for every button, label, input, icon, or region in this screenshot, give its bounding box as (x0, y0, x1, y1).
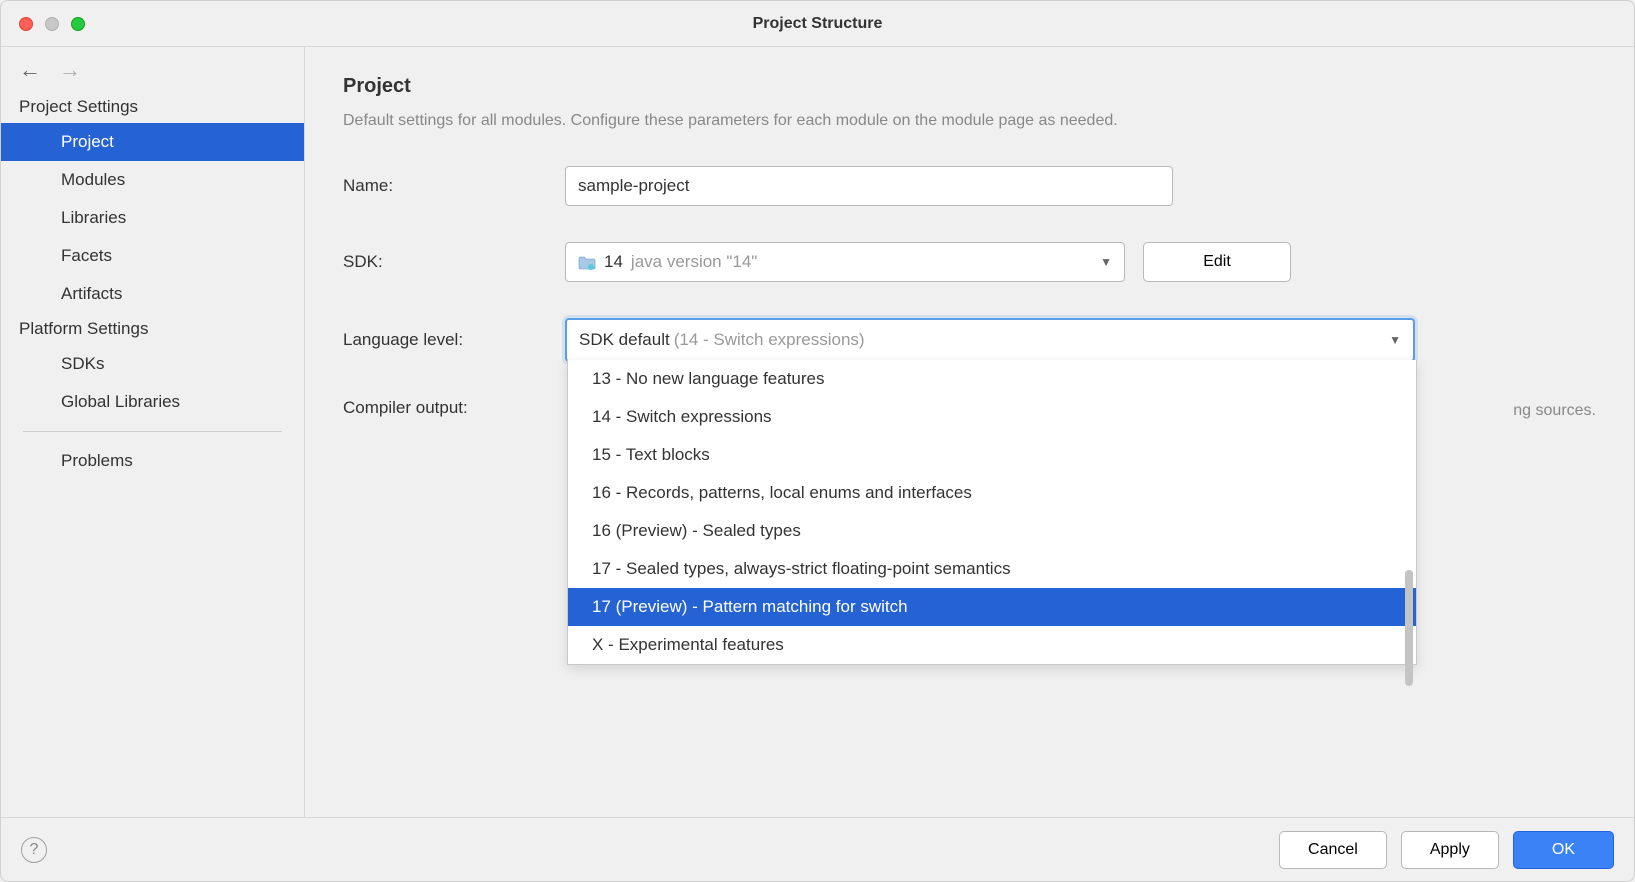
ok-button[interactable]: OK (1513, 831, 1614, 869)
minimize-window-button[interactable] (45, 17, 59, 31)
language-level-option[interactable]: 15 - Text blocks (568, 436, 1416, 474)
sidebar-item-modules[interactable]: Modules (1, 161, 304, 199)
help-button[interactable]: ? (21, 837, 47, 863)
content: ← → Project Settings Project Modules Lib… (1, 47, 1634, 817)
window-title: Project Structure (753, 15, 883, 33)
sidebar-item-sdks[interactable]: SDKs (1, 345, 304, 383)
sidebar-item-artifacts[interactable]: Artifacts (1, 275, 304, 313)
footer: ? Cancel Apply OK (1, 817, 1634, 881)
traffic-lights (19, 17, 85, 31)
sidebar-item-problems[interactable]: Problems (1, 442, 304, 480)
language-level-selected-sub: (14 - Switch expressions) (674, 330, 865, 350)
page-description: Default settings for all modules. Config… (343, 112, 1596, 130)
nav-arrows: ← → (1, 47, 304, 91)
language-level-option[interactable]: 13 - No new language features (568, 360, 1416, 398)
language-level-row: Language level: SDK default (14 - Switch… (343, 318, 1596, 362)
language-level-option[interactable]: 17 - Sealed types, always-strict floatin… (568, 550, 1416, 588)
page-title: Project (343, 75, 1596, 98)
close-window-button[interactable] (19, 17, 33, 31)
sdk-name: 14 (604, 252, 623, 272)
language-level-option[interactable]: 17 (Preview) - Pattern matching for swit… (568, 588, 1416, 626)
maximize-window-button[interactable] (71, 17, 85, 31)
apply-button[interactable]: Apply (1401, 831, 1499, 869)
forward-arrow-icon: → (59, 57, 81, 83)
project-structure-window: Project Structure ← → Project Settings P… (0, 0, 1635, 882)
edit-sdk-button[interactable]: Edit (1143, 242, 1291, 282)
language-level-label: Language level: (343, 330, 565, 350)
sidebar-section-platform-settings: Platform Settings (1, 313, 304, 345)
language-level-selected: SDK default (579, 330, 670, 350)
compiler-output-label: Compiler output: (343, 398, 565, 418)
language-level-select[interactable]: SDK default (14 - Switch expressions) ▼ … (565, 318, 1415, 362)
sidebar-item-libraries[interactable]: Libraries (1, 199, 304, 237)
sidebar-item-global-libraries[interactable]: Global Libraries (1, 383, 304, 421)
sdk-version: java version "14" (631, 252, 757, 272)
cancel-button[interactable]: Cancel (1279, 831, 1387, 869)
project-name-input[interactable] (565, 166, 1173, 206)
sidebar-section-project-settings: Project Settings (1, 91, 304, 123)
language-level-dropdown: 13 - No new language features 14 - Switc… (567, 360, 1417, 665)
main-panel: Project Default settings for all modules… (305, 47, 1634, 817)
titlebar: Project Structure (1, 1, 1634, 47)
back-arrow-icon[interactable]: ← (19, 57, 41, 83)
sidebar-item-project[interactable]: Project (1, 123, 304, 161)
language-level-option[interactable]: 16 - Records, patterns, local enums and … (568, 474, 1416, 512)
language-level-option[interactable]: 14 - Switch expressions (568, 398, 1416, 436)
sidebar-item-facets[interactable]: Facets (1, 237, 304, 275)
name-label: Name: (343, 176, 565, 196)
help-icon: ? (30, 841, 39, 859)
language-level-option[interactable]: X - Experimental features (568, 626, 1416, 664)
sidebar-divider (23, 431, 282, 432)
chevron-down-icon: ▼ (1100, 255, 1112, 269)
name-row: Name: (343, 166, 1596, 206)
sidebar: ← → Project Settings Project Modules Lib… (1, 47, 305, 817)
compiler-hint-text: ng sources. (1513, 402, 1596, 420)
sdk-row: SDK: 14 java version "14" ▼ Edit (343, 242, 1596, 282)
language-level-option[interactable]: 16 (Preview) - Sealed types (568, 512, 1416, 550)
chevron-down-icon: ▼ (1389, 333, 1401, 347)
sdk-select[interactable]: 14 java version "14" ▼ (565, 242, 1125, 282)
folder-icon (578, 255, 596, 269)
dropdown-scrollbar[interactable] (1405, 570, 1413, 686)
sdk-label: SDK: (343, 252, 565, 272)
